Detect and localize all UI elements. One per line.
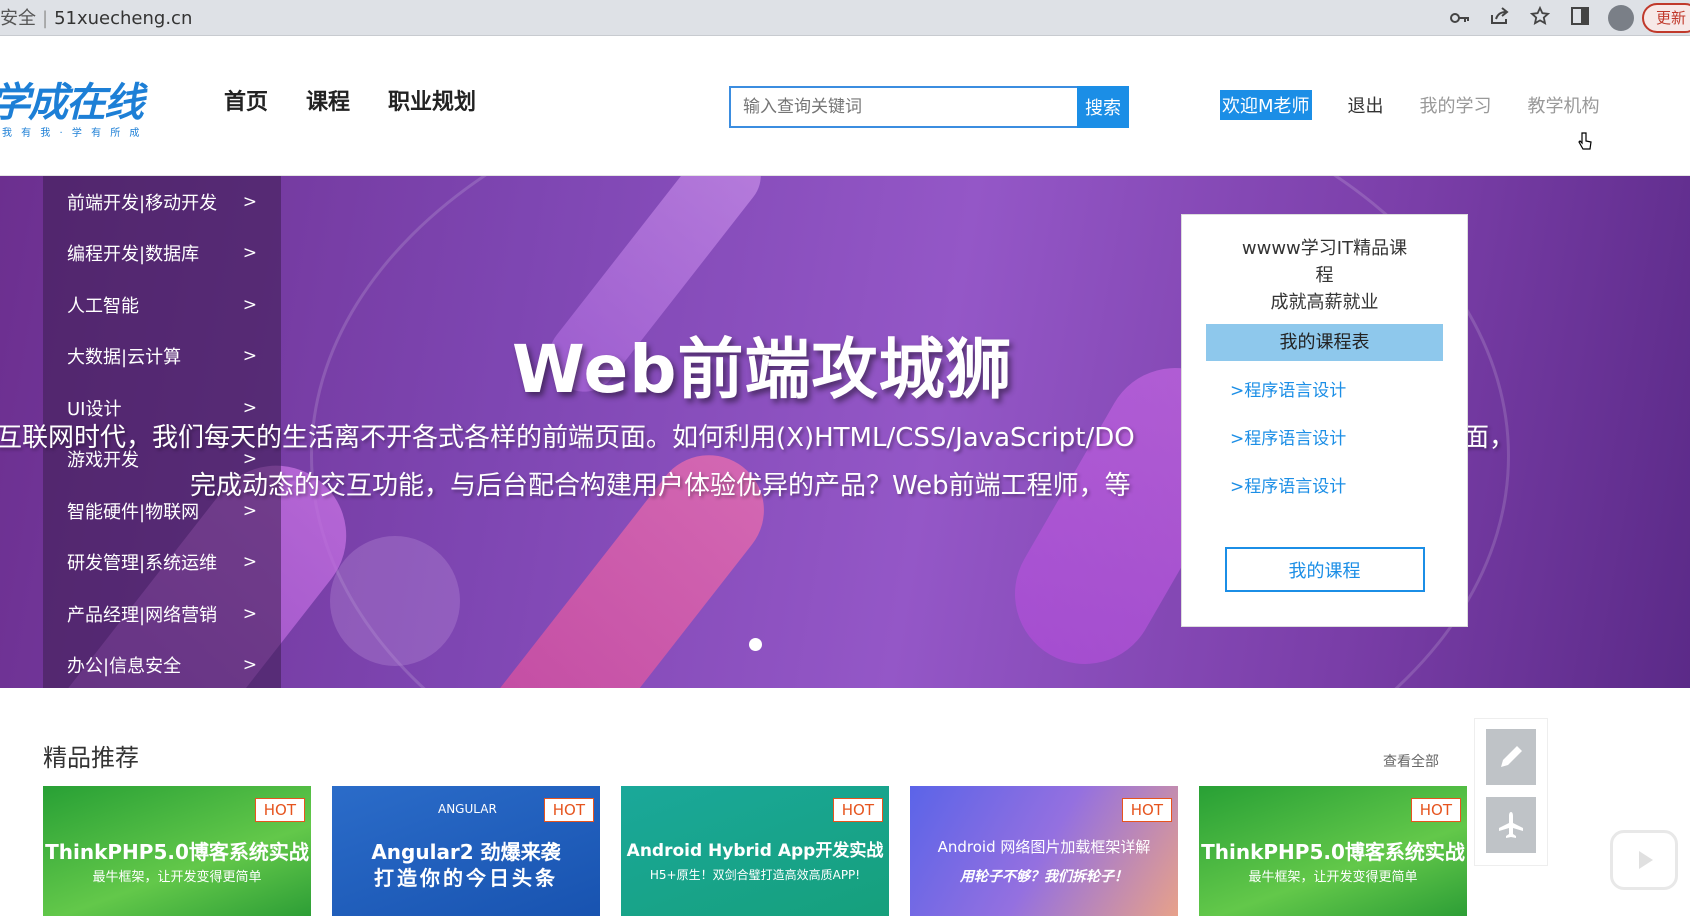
browser-toolbar: 安全 | 51xuecheng.cn 更新 bbox=[0, 0, 1690, 36]
hot-badge: HOT bbox=[543, 798, 594, 822]
hot-badge: HOT bbox=[1410, 798, 1461, 822]
category-item[interactable]: 产品经理|网络营销 > bbox=[43, 588, 281, 640]
category-item[interactable]: 人工智能 > bbox=[43, 279, 281, 331]
share-icon[interactable] bbox=[1480, 6, 1520, 30]
update-button[interactable]: 更新 bbox=[1641, 3, 1690, 33]
url-text: 51xuecheng.cn bbox=[54, 8, 193, 29]
carousel-dot[interactable] bbox=[749, 638, 762, 651]
card-subtitle: 用轮子不够？我们拆轮子！ bbox=[960, 869, 1128, 885]
side-toolbar bbox=[1474, 718, 1548, 866]
card-title: Angular2 劲爆来袭 bbox=[371, 840, 561, 864]
category-item[interactable]: 办公|信息安全 > bbox=[43, 640, 281, 689]
banner-headline: Web前端攻城狮 bbox=[512, 331, 1013, 408]
category-item[interactable]: 前端开发|移动开发 > bbox=[43, 176, 281, 228]
search-button[interactable]: 搜索 bbox=[1077, 86, 1129, 128]
course-card[interactable]: HOT Android 网络图片加载框架详解 用轮子不够？我们拆轮子！ bbox=[910, 786, 1178, 916]
category-item[interactable]: 编程开发|数据库 > bbox=[43, 228, 281, 280]
teaching-org-link[interactable]: 教学机构 bbox=[1528, 92, 1600, 118]
search-input[interactable] bbox=[729, 86, 1077, 128]
airplane-icon[interactable] bbox=[1486, 797, 1536, 853]
course-link[interactable]: >程序语言设计 bbox=[1230, 469, 1467, 505]
my-course-panel: wwww学习IT精品课 程 成就高薪就业 我的课程表 >程序语言设计 >程序语言… bbox=[1181, 214, 1468, 627]
hot-badge: HOT bbox=[1121, 798, 1172, 822]
card-title: Android 网络图片加载框架详解 bbox=[937, 838, 1151, 856]
card-subtitle: 最牛框架，让开发变得更简单 bbox=[92, 870, 262, 885]
course-card[interactable]: HOT ThinkPHP5.0博客系统实战 最牛框架，让开发变得更简单 bbox=[1199, 786, 1467, 916]
nav-home[interactable]: 首页 bbox=[224, 84, 268, 116]
banner-description-line2: 完成动态的交互功能，与后台配合构建用户体验优异的产品？Web前端工程师，等 bbox=[190, 471, 1131, 501]
hot-badge: HOT bbox=[832, 798, 883, 822]
course-link[interactable]: >程序语言设计 bbox=[1230, 421, 1467, 457]
welcome-user[interactable]: 欢迎M老师 bbox=[1220, 90, 1312, 120]
hero-banner[interactable]: 前端开发|移动开发 > 编程开发|数据库 > 人工智能 > 大数据|云计算 > UI设计… bbox=[0, 176, 1690, 688]
hot-badge: HOT bbox=[254, 798, 305, 822]
category-item[interactable]: 大数据|云计算 > bbox=[43, 331, 281, 383]
star-icon[interactable] bbox=[1520, 5, 1560, 31]
sidebar-icon[interactable] bbox=[1560, 6, 1600, 30]
hand-cursor-icon bbox=[1578, 132, 1592, 150]
logo-slogan: 我 有 我 · 学 有 所 成 bbox=[2, 128, 143, 139]
banner-description-line1: 互联网时代，我们每天的生活离不开各式各样的前端页面。如何利用(X)HTML/CS… bbox=[0, 423, 1135, 453]
banner-description-line1-tail: 面， bbox=[1463, 423, 1516, 453]
security-label: 安全 bbox=[0, 8, 36, 29]
card-subtitle: H5+原生！双剑合璧打造高效高质APP! bbox=[649, 868, 861, 882]
view-all-link[interactable]: 查看全部 bbox=[1383, 751, 1439, 771]
key-icon[interactable] bbox=[1440, 8, 1480, 29]
nav-courses[interactable]: 课程 bbox=[306, 84, 350, 116]
angular-brand: ANGULAR bbox=[438, 802, 497, 816]
panel-title: wwww学习IT精品课 程 成就高薪就业 bbox=[1241, 238, 1408, 313]
main-nav: 首页 课程 职业规划 bbox=[224, 84, 476, 116]
card-title: ThinkPHP5.0博客系统实战 bbox=[45, 840, 309, 864]
course-schedule-title: 我的课程表 bbox=[1206, 324, 1443, 361]
card-subtitle: 最牛框架，让开发变得更简单 bbox=[1248, 870, 1418, 885]
profile-icon[interactable] bbox=[1607, 5, 1634, 31]
card-subtitle: 打造你的今日头条 bbox=[374, 866, 558, 890]
search-bar: 搜索 bbox=[729, 86, 1129, 128]
pencil-icon[interactable] bbox=[1486, 729, 1536, 785]
site-logo[interactable]: 学成在线 我 有 我 · 学 有 所 成 bbox=[0, 70, 150, 139]
site-header: 学成在线 我 有 我 · 学 有 所 成 首页 课程 职业规划 搜索 欢迎M老师… bbox=[0, 36, 1690, 176]
address-bar[interactable]: 安全 | 51xuecheng.cn bbox=[0, 4, 192, 30]
course-card[interactable]: ANGULAR HOT Angular2 劲爆来袭 打造你的今日头条 bbox=[332, 786, 600, 916]
section-title: 精品推荐 bbox=[43, 744, 139, 772]
logout-link[interactable]: 退出 bbox=[1348, 92, 1384, 118]
course-card[interactable]: HOT ThinkPHP5.0博客系统实战 最牛框架，让开发变得更简单 bbox=[43, 786, 311, 916]
logo-text: 学成在线 bbox=[0, 80, 144, 125]
course-card[interactable]: HOT Android Hybrid App开发实战 H5+原生！双剑合璧打造高… bbox=[621, 786, 889, 916]
category-item[interactable]: 研发管理|系统运维 > bbox=[43, 537, 281, 589]
my-learning-link[interactable]: 我的学习 bbox=[1420, 92, 1492, 118]
card-title: Android Hybrid App开发实战 bbox=[626, 841, 884, 861]
video-play-icon[interactable] bbox=[1610, 830, 1678, 890]
course-link[interactable]: >程序语言设计 bbox=[1230, 373, 1467, 409]
my-courses-button[interactable]: 我的课程 bbox=[1224, 547, 1425, 592]
user-menu: 欢迎M老师 退出 我的学习 教学机构 bbox=[1220, 90, 1600, 120]
nav-career[interactable]: 职业规划 bbox=[388, 84, 476, 116]
course-cards: HOT ThinkPHP5.0博客系统实战 最牛框架，让开发变得更简单 ANGU… bbox=[43, 786, 1467, 916]
card-title: ThinkPHP5.0博客系统实战 bbox=[1201, 840, 1465, 864]
